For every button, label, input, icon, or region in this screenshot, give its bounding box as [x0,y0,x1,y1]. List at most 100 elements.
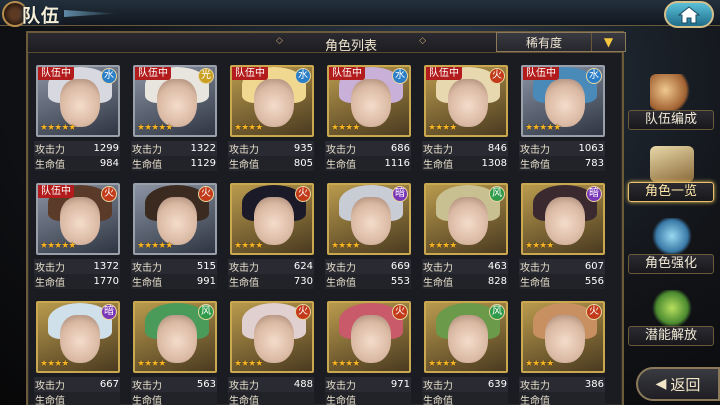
character-face [448,79,488,127]
character-card[interactable]: 队伍中 水 ★★★★ 攻击力 686 生命值 1116 [325,63,411,181]
character-card[interactable]: 队伍中 火 ★★★★★ 攻击力 1372 生命值 1770 [34,181,120,299]
character-card[interactable]: 队伍中 水 ★★★★★ 攻击力 1063 生命值 783 [519,63,605,181]
character-stats: 攻击力 846 生命值 1308 [422,141,508,171]
attack-row: 攻击力 386 [519,377,605,392]
side-menu-2-button[interactable]: 角色一览 [628,144,716,204]
character-stats: 攻击力 463 生命值 828 [422,259,508,289]
character-face [254,315,294,363]
sort-label: 稀有度 [525,35,562,50]
party-edit-icon [650,74,694,110]
character-card[interactable]: 暗 ★★★★ 攻击力 667 生命值 [34,299,120,405]
attack-row: 攻击力 971 [325,377,411,392]
character-portrait: 火 ★★★★★ [133,183,217,255]
attack-label: 攻击力 [229,263,259,274]
hp-label: 生命值 [35,278,65,289]
attack-value: 667 [99,379,119,390]
attack-label: 攻击力 [35,263,65,274]
character-stats: 攻击力 563 生命值 [131,377,217,405]
attack-row: 攻击力 1063 [519,141,605,156]
back-button[interactable]: ◀ 返回 [636,367,720,401]
character-card[interactable]: 火 ★★★★ 攻击力 386 生命值 [519,299,605,405]
character-card[interactable]: 队伍中 火 ★★★★ 攻击力 846 生命值 1308 [422,63,508,181]
hp-label: 生命值 [229,396,259,405]
character-stats: 攻击力 607 生命值 556 [519,259,605,289]
dark-element-icon: 暗 [586,186,602,202]
attack-row: 攻击力 488 [228,377,314,392]
character-card[interactable]: 队伍中 水 ★★★★ 攻击力 935 生命值 805 [228,63,314,181]
home-button[interactable] [664,1,714,28]
fire-element-icon: 火 [392,304,408,320]
character-card[interactable]: 风 ★★★★ 攻击力 639 生命值 [422,299,508,405]
attack-label: 攻击力 [229,381,259,392]
page-title: 队伍 [22,6,60,27]
rarity-stars: ★★★★★ [40,123,76,133]
character-list-panel: 角色列表 稀有度 ▼ 队伍中 水 ★★★★★ 攻击力 1299 生命值 984 队伍中 光 ★★★… [26,31,626,405]
hp-value: 783 [584,158,604,169]
attack-value: 1322 [190,143,216,154]
rarity-stars: ★★★★ [331,359,360,369]
character-face [448,315,488,363]
side-menu-4-button[interactable]: 潜能解放 [628,288,716,348]
hp-row: 生命值 828 [422,274,508,289]
hp-value: 730 [293,276,313,287]
hp-value: 828 [487,276,507,287]
sort-dropdown[interactable]: 稀有度 ▼ [496,32,626,52]
attack-row: 攻击力 1372 [34,259,120,274]
character-portrait: 队伍中 水 ★★★★ [327,65,411,137]
character-card[interactable]: 火 ★★★★ 攻击力 971 生命值 [325,299,411,405]
character-face [545,315,585,363]
hp-label: 生命值 [520,396,550,405]
book-icon [650,146,694,182]
top-bar: 队伍 [0,0,720,28]
attack-row: 攻击力 669 [325,259,411,274]
back-arrow-icon: ◀ [655,376,667,392]
side-menu-3-button[interactable]: 角色强化 [628,216,716,276]
attack-row: 攻击力 607 [519,259,605,274]
attack-value: 1063 [578,143,604,154]
character-portrait: 风 ★★★★ [424,183,508,255]
character-card[interactable]: 暗 ★★★★ 攻击力 607 生命值 556 [519,181,605,299]
attack-value: 1299 [93,143,119,154]
attack-row: 攻击力 667 [34,377,120,392]
attack-row: 攻击力 686 [325,141,411,156]
hp-label: 生命值 [520,278,550,289]
character-portrait: 暗 ★★★★ [36,301,120,373]
character-stats: 攻击力 669 生命值 553 [325,259,411,289]
character-card[interactable]: 火 ★★★★ 攻击力 488 生命值 [228,299,314,405]
attack-label: 攻击力 [520,145,550,156]
attack-value: 639 [487,379,507,390]
attack-row: 攻击力 515 [131,259,217,274]
character-card[interactable]: 火 ★★★★ 攻击力 624 生命值 730 [228,181,314,299]
character-card[interactable]: 火 ★★★★★ 攻击力 515 生命值 991 [131,181,217,299]
character-card[interactable]: 风 ★★★★ 攻击力 563 生命值 [131,299,217,405]
hp-row: 生命值 [131,392,217,405]
side-menu-1-button[interactable]: 队伍编成 [628,72,716,132]
character-stats: 攻击力 935 生命值 805 [228,141,314,171]
character-card[interactable]: 队伍中 光 ★★★★★ 攻击力 1322 生命值 1129 [131,63,217,181]
character-portrait: 火 ★★★★ [327,301,411,373]
hp-value: 1116 [384,158,410,169]
hp-label: 生命值 [229,278,259,289]
hp-row: 生命值 991 [131,274,217,289]
character-stats: 攻击力 686 生命值 1116 [325,141,411,171]
character-portrait: 队伍中 光 ★★★★★ [133,65,217,137]
character-portrait: 暗 ★★★★ [521,183,605,255]
character-face [254,197,294,245]
party-tag: 队伍中 [38,67,74,80]
attack-row: 攻击力 624 [228,259,314,274]
hp-value: 553 [390,276,410,287]
character-portrait: 队伍中 水 ★★★★★ [521,65,605,137]
hp-label: 生命值 [423,160,453,171]
rarity-stars: ★★★★★ [137,123,173,133]
character-grid: 队伍中 水 ★★★★★ 攻击力 1299 生命值 984 队伍中 光 ★★★★★ 攻击力 1322 生命… [34,63,614,405]
attack-label: 攻击力 [229,145,259,156]
character-card[interactable]: 暗 ★★★★ 攻击力 669 生命值 553 [325,181,411,299]
hp-value: 805 [293,158,313,169]
attack-value: 1372 [93,261,119,272]
rarity-stars: ★★★★★ [525,123,561,133]
title-wing-decoration [64,10,118,17]
character-card[interactable]: 队伍中 水 ★★★★★ 攻击力 1299 生命值 984 [34,63,120,181]
fire-element-icon: 火 [295,304,311,320]
character-card[interactable]: 风 ★★★★ 攻击力 463 生命值 828 [422,181,508,299]
attack-label: 攻击力 [35,381,65,392]
